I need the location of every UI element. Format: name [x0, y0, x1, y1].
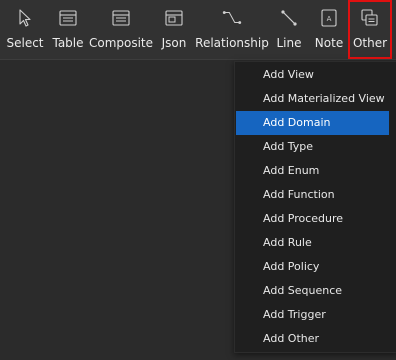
tool-json[interactable]: Json: [157, 0, 191, 59]
tool-select-label: Select: [6, 36, 44, 50]
menu-item-add-trigger[interactable]: Add Trigger: [236, 303, 389, 327]
tool-composite[interactable]: Composite: [88, 0, 154, 59]
composite-icon: [111, 8, 131, 28]
tool-relationship[interactable]: Relationship: [195, 0, 269, 59]
menu-item-add-function[interactable]: Add Function: [236, 183, 389, 207]
menu-item-add-sequence[interactable]: Add Sequence: [236, 279, 389, 303]
tool-other-label: Other: [352, 36, 388, 50]
json-icon: [164, 8, 184, 28]
other-dropdown-menu: Add View Add Materialized View Add Domai…: [234, 61, 396, 353]
tool-line[interactable]: Line: [273, 0, 305, 59]
tool-relationship-label: Relationship: [195, 36, 269, 50]
tool-select[interactable]: Select: [3, 0, 47, 59]
relationship-icon: [222, 8, 242, 28]
menu-item-add-other[interactable]: Add Other: [236, 327, 389, 351]
tool-table[interactable]: Table: [50, 0, 86, 59]
line-icon: [279, 8, 299, 28]
note-icon: A: [319, 8, 339, 28]
table-icon: [58, 8, 78, 28]
tool-json-label: Json: [161, 36, 187, 50]
other-icon: [360, 8, 380, 28]
toolbar: Select Table Composite Json Relationship…: [0, 0, 396, 60]
tool-other[interactable]: Other: [348, 0, 392, 59]
cursor-icon: [15, 8, 35, 28]
tool-composite-label: Composite: [88, 36, 154, 50]
tool-table-label: Table: [52, 36, 84, 50]
menu-item-add-materialized-view[interactable]: Add Materialized View: [236, 87, 389, 111]
menu-item-add-type[interactable]: Add Type: [236, 135, 389, 159]
menu-item-add-domain[interactable]: Add Domain: [236, 111, 389, 135]
tool-note-label: Note: [314, 36, 344, 50]
menu-item-add-view[interactable]: Add View: [236, 63, 389, 87]
menu-item-add-enum[interactable]: Add Enum: [236, 159, 389, 183]
note-glyph: A: [327, 15, 332, 23]
menu-item-add-procedure[interactable]: Add Procedure: [236, 207, 389, 231]
tool-note[interactable]: A Note: [312, 0, 346, 59]
menu-item-add-policy[interactable]: Add Policy: [236, 255, 389, 279]
menu-item-add-rule[interactable]: Add Rule: [236, 231, 389, 255]
tool-line-label: Line: [276, 36, 302, 50]
